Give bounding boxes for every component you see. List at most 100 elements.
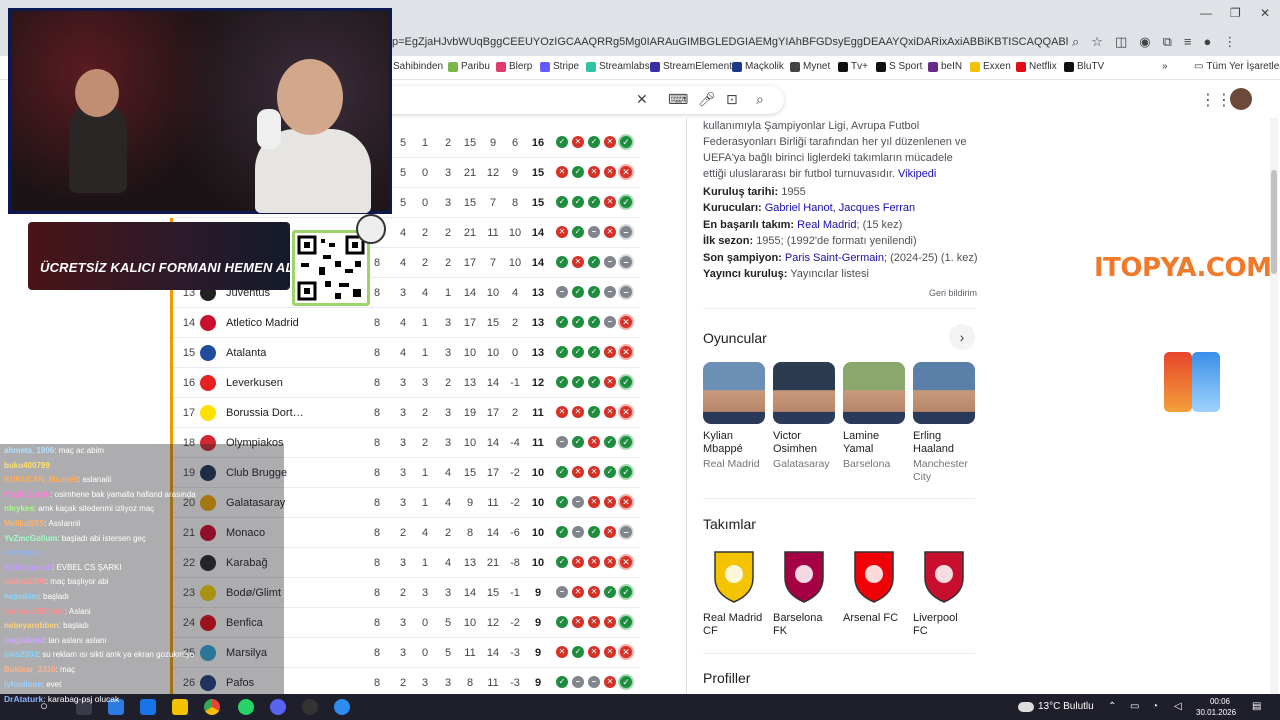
win-icon[interactable]: ✓ <box>572 166 584 178</box>
app-icon[interactable] <box>334 699 350 715</box>
draw-icon[interactable]: – <box>618 224 634 240</box>
draw-icon[interactable]: – <box>556 436 568 448</box>
player-name[interactable]: Erling Haaland <box>913 430 975 456</box>
bookmark-item[interactable]: BluTV <box>1064 61 1104 72</box>
win-icon[interactable]: ✓ <box>588 256 600 268</box>
win-icon[interactable]: ✓ <box>588 346 600 358</box>
extension-icon[interactable]: ◫ <box>1115 34 1127 50</box>
fact-value[interactable]: Real Madrid <box>797 219 856 231</box>
loss-icon[interactable]: ✕ <box>604 226 616 238</box>
team-crest-icon[interactable] <box>843 544 905 606</box>
player-name[interactable]: Lamine Yamal <box>843 430 905 456</box>
draw-icon[interactable]: – <box>618 254 634 270</box>
draw-icon[interactable]: – <box>618 524 634 540</box>
win-icon[interactable]: ✓ <box>556 526 568 538</box>
team-name[interactable]: Borussia Dort… <box>226 407 336 419</box>
win-icon[interactable]: ✓ <box>572 346 584 358</box>
player-photo[interactable] <box>773 362 835 424</box>
draw-icon[interactable]: – <box>572 496 584 508</box>
all-bookmarks[interactable]: ▭ Tüm Yer İşaretleri <box>1194 61 1280 72</box>
keyboard-icon[interactable]: ⌨ <box>668 91 688 108</box>
minimize-icon[interactable]: — <box>1200 6 1212 20</box>
loss-icon[interactable]: ✕ <box>588 166 600 178</box>
team-name[interactable]: Atletico Madrid <box>226 317 336 329</box>
loss-icon[interactable]: ✕ <box>604 196 616 208</box>
table-row[interactable]: 16 Leverkusen 8 3 3 2 13 14 -1 12 ✓ ✓ ✓ ✕ ✓ <box>170 368 640 398</box>
loss-icon[interactable]: ✕ <box>572 256 584 268</box>
draw-icon[interactable]: – <box>572 676 584 688</box>
win-icon[interactable]: ✓ <box>556 616 568 628</box>
profile-icon[interactable]: ● <box>1203 34 1211 50</box>
player-name[interactable]: Victor Osimhen <box>773 430 835 456</box>
player-photo[interactable] <box>843 362 905 424</box>
avatar[interactable] <box>1230 88 1252 110</box>
search-box[interactable]: ✕ ⌨ 🎤︎ ⊡ ⌕ <box>370 86 784 114</box>
win-icon[interactable]: ✓ <box>618 374 634 390</box>
media-icon[interactable]: ≡ <box>1184 34 1192 50</box>
extension-icon[interactable]: ◉ <box>1139 34 1150 50</box>
loss-icon[interactable]: ✕ <box>604 646 616 658</box>
win-icon[interactable]: ✓ <box>556 316 568 328</box>
win-icon[interactable]: ✓ <box>604 466 616 478</box>
zoom-icon[interactable]: ⌕ <box>1072 34 1079 50</box>
chrome-icon[interactable] <box>204 699 220 715</box>
loss-icon[interactable]: ✕ <box>618 494 634 510</box>
wifi-icon[interactable]: ◔ <box>1152 701 1158 712</box>
whatsapp-icon[interactable] <box>238 699 254 715</box>
teams-title[interactable]: Takımlar <box>703 516 756 532</box>
player-card[interactable]: Kylian Mbappé Real Madrid <box>703 362 765 471</box>
team-crest-icon[interactable] <box>773 544 835 606</box>
win-icon[interactable]: ✓ <box>572 646 584 658</box>
team-name[interactable]: Real Madrid CF <box>703 612 765 638</box>
weather-icon[interactable] <box>1018 702 1034 712</box>
team-name[interactable]: Atalanta <box>226 347 336 359</box>
loss-icon[interactable]: ✕ <box>588 616 600 628</box>
win-icon[interactable]: ✓ <box>588 376 600 388</box>
explorer-icon[interactable] <box>172 699 188 715</box>
win-icon[interactable]: ✓ <box>556 376 568 388</box>
loss-icon[interactable]: ✕ <box>556 226 568 238</box>
puzzle-icon[interactable]: ⧉ <box>1163 34 1172 50</box>
table-row[interactable]: 15 Atalanta 8 4 1 3 10 10 0 13 ✓ ✓ ✓ ✕ ✕ <box>170 338 640 368</box>
win-icon[interactable]: ✓ <box>572 316 584 328</box>
table-row[interactable]: 17 Borussia Dort… 8 3 2 3 19 17 2 11 ✕ ✕ ✓ ✕ ✕ <box>170 398 640 428</box>
loss-icon[interactable]: ✕ <box>588 556 600 568</box>
bookmark-item[interactable]: Mynet <box>790 61 830 72</box>
win-icon[interactable]: ✓ <box>618 194 634 210</box>
loss-icon[interactable]: ✕ <box>572 616 584 628</box>
win-icon[interactable]: ✓ <box>572 376 584 388</box>
feedback-link[interactable]: Geri bildirim <box>929 288 977 298</box>
player-card[interactable]: Lamine Yamal Barselona <box>843 362 905 471</box>
player-name[interactable]: Kylian Mbappé <box>703 430 765 456</box>
team-card[interactable]: Real Madrid CF <box>703 544 765 638</box>
loss-icon[interactable]: ✕ <box>604 166 616 178</box>
chevron-right-icon[interactable]: » <box>1162 61 1168 72</box>
team-name[interactable]: Barselona FK <box>773 612 835 638</box>
loss-icon[interactable]: ✕ <box>556 406 568 418</box>
win-icon[interactable]: ✓ <box>618 674 634 690</box>
player-card[interactable]: Victor Osimhen Galatasaray <box>773 362 835 471</box>
loss-icon[interactable]: ✕ <box>604 496 616 508</box>
win-icon[interactable]: ✓ <box>588 196 600 208</box>
loss-icon[interactable]: ✕ <box>572 556 584 568</box>
source-link[interactable]: Vikipedi <box>898 168 936 180</box>
loss-icon[interactable]: ✕ <box>618 314 634 330</box>
player-photo[interactable] <box>913 362 975 424</box>
loss-icon[interactable]: ✕ <box>588 466 600 478</box>
chevron-up-icon[interactable]: ⌃ <box>1108 701 1116 712</box>
loss-icon[interactable]: ✕ <box>604 376 616 388</box>
win-icon[interactable]: ✓ <box>604 436 616 448</box>
bookmark-item[interactable]: Paribu <box>448 61 490 72</box>
obs-icon[interactable] <box>302 699 318 715</box>
win-icon[interactable]: ✓ <box>588 136 600 148</box>
win-icon[interactable]: ✓ <box>604 586 616 598</box>
win-icon[interactable]: ✓ <box>572 286 584 298</box>
loss-icon[interactable]: ✕ <box>618 344 634 360</box>
menu-icon[interactable]: ⋮ <box>1223 34 1236 50</box>
win-icon[interactable]: ✓ <box>618 434 634 450</box>
outlook-icon[interactable] <box>140 699 156 715</box>
loss-icon[interactable]: ✕ <box>618 404 634 420</box>
win-icon[interactable]: ✓ <box>556 466 568 478</box>
team-card[interactable]: Barselona FK <box>773 544 835 638</box>
loss-icon[interactable]: ✕ <box>604 526 616 538</box>
